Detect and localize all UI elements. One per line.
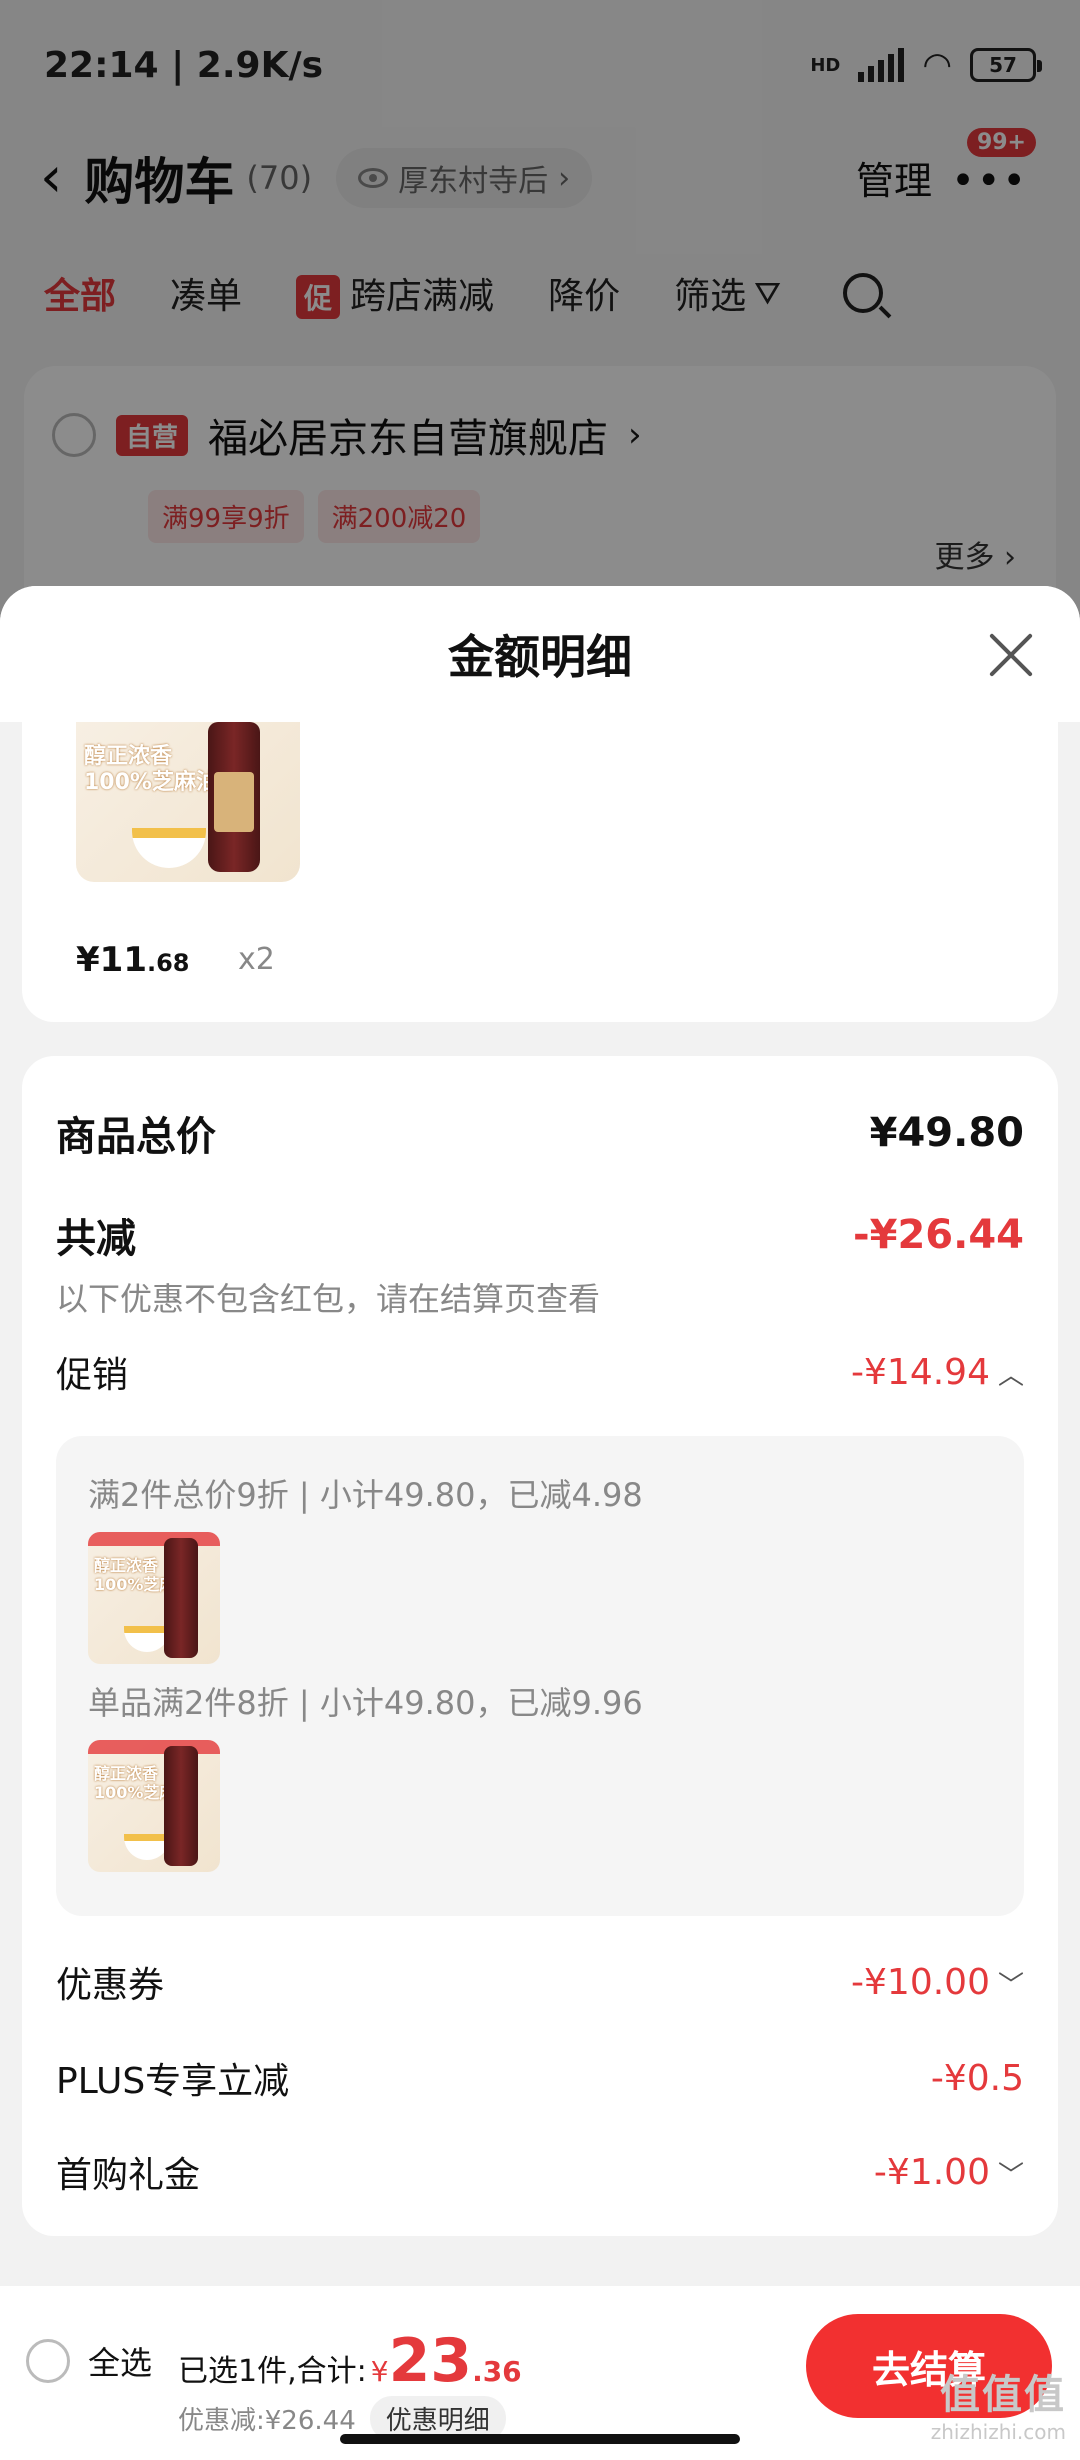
select-all[interactable]: 全选 — [26, 2338, 152, 2384]
watermark-url: zhizhizhi.com — [930, 2420, 1066, 2444]
product-price: ¥11.68 — [76, 940, 190, 980]
first-buy-row[interactable]: 首购礼金 -¥1.00 ﹀ — [56, 2146, 1024, 2198]
selected-text: 已选1件,合计: — [178, 2354, 367, 2389]
total-label: 商品总价 — [56, 1114, 216, 1160]
promo-item-image[interactable]: 醇正浓香 100%芝麻油 — [88, 1532, 220, 1664]
coupon-value-group: -¥10.00 ﹀ — [851, 1962, 1024, 2003]
select-all-radio[interactable] — [26, 2339, 70, 2383]
chevron-down-icon: ﹀ — [997, 2160, 1024, 2191]
total-value: ¥49.80 — [869, 1110, 1024, 1156]
bottle-graphic — [164, 1746, 198, 1866]
total-currency: ¥ — [370, 2355, 389, 2388]
plus-row: PLUS专享立减 -¥0.5 — [56, 2052, 1024, 2104]
bottle-label-graphic — [214, 772, 254, 832]
plus-value: -¥0.5 — [930, 2057, 1024, 2099]
thumb-banner — [88, 1532, 220, 1546]
thumb-text-line: 100%芝麻油 — [84, 770, 218, 796]
watermark: 值值值 — [940, 2372, 1066, 2418]
reduction-value: -¥26.44 — [853, 1212, 1024, 1258]
close-icon[interactable] — [986, 630, 1036, 680]
product-quantity: x2 — [238, 942, 275, 977]
total-decimal: .36 — [472, 2355, 522, 2388]
discount-text: 优惠减:¥26.44 — [178, 2406, 356, 2436]
thumb-text-line: 醇正浓香 — [84, 744, 173, 769]
promo-value: -¥14.94 — [851, 1351, 990, 1393]
promo-item-text: 满2件总价9折 | 小计49.80，已减4.98 — [88, 1476, 643, 1514]
product-card: 醇正浓香 100%芝麻油 ¥11.68 x2 — [22, 722, 1058, 1022]
chevron-down-icon: ﹀ — [997, 1970, 1024, 2001]
select-all-label: 全选 — [88, 2344, 153, 2382]
thumb-banner — [88, 1740, 220, 1754]
detail-card: 商品总价 ¥49.80 共减 -¥26.44 以下优惠不包含红包，请在结算页查看… — [22, 1056, 1058, 2236]
plus-label: PLUS专享立减 — [56, 2061, 290, 2102]
promo-label: 促销 — [56, 1355, 129, 1396]
promo-detail-box: 满2件总价9折 | 小计49.80，已减4.98 醇正浓香 100%芝麻油 单品满… — [56, 1436, 1024, 1916]
chevron-up-icon: ︿ — [997, 1360, 1024, 1391]
coupon-row[interactable]: 优惠券 -¥10.00 ﹀ — [56, 1956, 1024, 2008]
reduction-label: 共减 — [56, 1216, 136, 1262]
reduction-row: 共减 -¥26.44 — [56, 1206, 1024, 1264]
first-buy-value: -¥1.00 — [873, 2151, 990, 2193]
bowl-graphic — [132, 828, 206, 868]
total-integer: 23 — [388, 2326, 473, 2396]
reduction-note: 以下优惠不包含红包，请在结算页查看 — [56, 1280, 601, 1318]
amount-detail-sheet: 金额明细 醇正浓香 100%芝麻油 ¥11.68 x2 商品总价 ¥49.80 共… — [0, 586, 1080, 2286]
total-row: 商品总价 ¥49.80 — [56, 1104, 1024, 1162]
thumb-text-line: 醇正浓香 — [94, 1556, 159, 1575]
promo-row[interactable]: 促销 -¥14.94 ︿ — [56, 1346, 1024, 1398]
coupon-label: 优惠券 — [56, 1965, 165, 2006]
sheet-header: 金额明细 — [0, 586, 1080, 722]
summary-line: 已选1件,合计: ¥ 23 .36 — [178, 2326, 522, 2396]
thumb-text-line: 醇正浓香 — [94, 1764, 159, 1783]
product-image[interactable]: 醇正浓香 100%芝麻油 — [76, 722, 300, 882]
sheet-title: 金额明细 — [448, 630, 632, 684]
product-image-text: 醇正浓香 100%芝麻油 — [84, 744, 218, 797]
bottle-graphic — [164, 1538, 198, 1658]
first-buy-value-group: -¥1.00 ﹀ — [874, 2152, 1024, 2193]
price-decimal: .68 — [146, 949, 190, 977]
first-buy-label: 首购礼金 — [56, 2155, 201, 2196]
promo-item-image[interactable]: 醇正浓香 100%芝麻油 — [88, 1740, 220, 1872]
home-indicator[interactable] — [340, 2434, 740, 2444]
promo-value-group: -¥14.94 ︿ — [851, 1352, 1024, 1393]
coupon-value: -¥10.00 — [851, 1961, 990, 2003]
promo-item-text: 单品满2件8折 | 小计49.80，已减9.96 — [88, 1684, 643, 1722]
price-integer: ¥11 — [76, 940, 147, 980]
